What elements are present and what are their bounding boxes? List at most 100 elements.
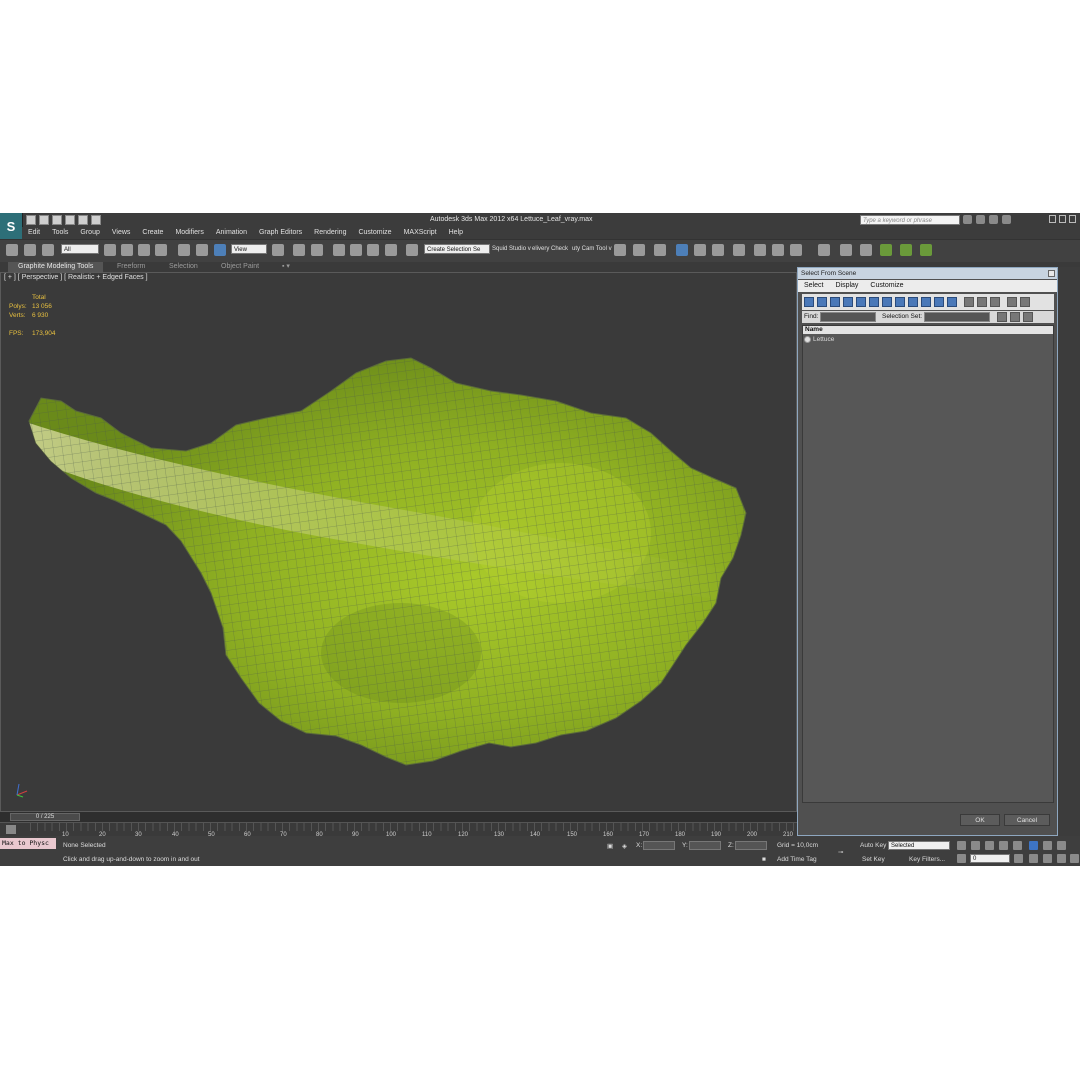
y-coordinate-field[interactable] [689,841,721,850]
display-invert-icon[interactable] [990,297,1000,307]
render-setup-icon[interactable] [754,244,766,256]
column-header-name[interactable]: Name [803,326,1053,334]
menu-graph-editors[interactable]: Graph Editors [253,227,308,239]
create-selection-set-icon[interactable] [997,312,1007,322]
display-all-icon[interactable] [964,297,974,307]
vray-tool-icon[interactable] [860,244,872,256]
display-geometry-icon[interactable] [804,297,814,307]
edit-selection-set-icon[interactable] [1010,312,1020,322]
menu-animation[interactable]: Animation [210,227,253,239]
absolute-mode-icon[interactable]: ◈ [622,842,627,850]
named-selection-set-dropdown[interactable]: Create Selection Se [424,244,490,254]
play-icon[interactable] [985,841,994,850]
rectangular-selection-icon[interactable] [138,244,150,256]
time-tag-icon[interactable]: ■ [762,856,766,863]
angle-snap-icon[interactable] [350,244,362,256]
dialog-close-button[interactable] [1048,270,1055,277]
lock-selection-icon[interactable]: ▣ [607,842,613,850]
tab-freeform[interactable]: Freeform [117,262,145,272]
maxscript-listener[interactable]: Max to Physc [0,838,56,849]
time-config-icon[interactable] [1014,854,1023,863]
redo-icon[interactable] [78,215,88,225]
link-icon[interactable] [6,244,18,256]
track-bar[interactable]: 10 20 30 40 50 60 70 80 90 100 110 120 1… [0,822,797,838]
percent-snap-icon[interactable] [367,244,379,256]
select-manipulate-icon[interactable] [293,244,305,256]
key-mode-icon[interactable] [957,854,966,863]
open-file-icon[interactable] [39,215,49,225]
align-icon[interactable] [633,244,645,256]
script-tool-2-icon[interactable] [900,244,912,256]
script-tool-1-icon[interactable] [880,244,892,256]
z-coordinate-field[interactable] [735,841,767,850]
vray-frame-buffer-icon[interactable] [818,244,830,256]
app-logo-icon[interactable]: S [0,213,23,239]
field-of-view-icon[interactable] [1029,854,1038,863]
time-slider[interactable]: 0 / 225 [10,813,80,821]
menu-create[interactable]: Create [136,227,169,239]
display-lights-icon[interactable] [830,297,840,307]
previous-frame-icon[interactable] [971,841,980,850]
mirror-icon[interactable] [614,244,626,256]
menu-maxscript[interactable]: MAXScript [398,227,443,239]
display-xrefs-icon[interactable] [895,297,905,307]
select-by-name-icon[interactable] [121,244,133,256]
go-to-start-icon[interactable] [957,841,966,850]
search-input[interactable]: Type a keyword or phrase [860,215,960,225]
close-button[interactable] [1069,215,1076,223]
selection-set-dropdown[interactable] [924,312,990,322]
vray-proxy-icon[interactable] [840,244,852,256]
dialog-menu-display[interactable]: Display [829,280,864,292]
find-input[interactable] [820,312,876,322]
binoculars-icon[interactable] [963,215,972,224]
graphite-toggle-icon[interactable] [676,244,688,256]
delete-selection-set-icon[interactable] [1023,312,1033,322]
menu-tools[interactable]: Tools [46,227,74,239]
filter-options-icon[interactable] [1020,297,1030,307]
script-button-cam-tool[interactable]: uty Cam Tool v [572,246,612,252]
save-file-icon[interactable] [52,215,62,225]
star-icon[interactable] [989,215,998,224]
go-to-end-icon[interactable] [1013,841,1022,850]
key-mode-dropdown[interactable]: Selected [888,841,950,850]
display-containers-icon[interactable] [921,297,931,307]
display-cameras-icon[interactable] [843,297,853,307]
display-space-warps-icon[interactable] [869,297,879,307]
select-object-icon[interactable] [104,244,116,256]
auto-key-button[interactable]: Auto Key [860,842,886,849]
undo-icon[interactable] [65,215,75,225]
rendered-frame-icon[interactable] [772,244,784,256]
render-production-icon[interactable] [790,244,802,256]
display-helpers-icon[interactable] [856,297,866,307]
script-button-delivery[interactable]: elivery Check [532,246,568,252]
unlink-icon[interactable] [24,244,36,256]
menu-group[interactable]: Group [74,227,105,239]
menu-modifiers[interactable]: Modifiers [169,227,209,239]
menu-views[interactable]: Views [106,227,137,239]
tab-graphite-modeling-tools[interactable]: Graphite Modeling Tools [8,262,104,272]
dialog-menu-select[interactable]: Select [798,280,829,292]
zoom-icon[interactable] [1043,841,1052,850]
menu-edit[interactable]: Edit [22,227,46,239]
key-mode-toggle-icon[interactable] [1029,841,1038,850]
zoom-all-icon[interactable] [1057,841,1066,850]
menu-customize[interactable]: Customize [352,227,397,239]
x-coordinate-field[interactable] [643,841,675,850]
list-item[interactable]: Lettuce [804,335,1052,344]
dialog-menu-customize[interactable]: Customize [864,280,909,292]
current-frame-field[interactable]: 0 [970,854,1010,863]
display-none-icon[interactable] [977,297,987,307]
rotate-icon[interactable] [196,244,208,256]
display-bones-icon[interactable] [908,297,918,307]
new-file-icon[interactable] [26,215,36,225]
edit-named-selection-icon[interactable] [406,244,418,256]
menu-help[interactable]: Help [443,227,469,239]
ribbon-options-icon[interactable]: ▪ ▾ [282,262,290,272]
mini-curve-editor-icon[interactable] [6,825,16,834]
scale-icon[interactable] [214,244,226,256]
display-frozen-icon[interactable] [934,297,944,307]
minimize-button[interactable] [1049,215,1056,223]
reference-coordinate-dropdown[interactable]: View [231,244,267,254]
orbit-icon[interactable] [1057,854,1066,863]
keyboard-shortcut-icon[interactable] [311,244,323,256]
